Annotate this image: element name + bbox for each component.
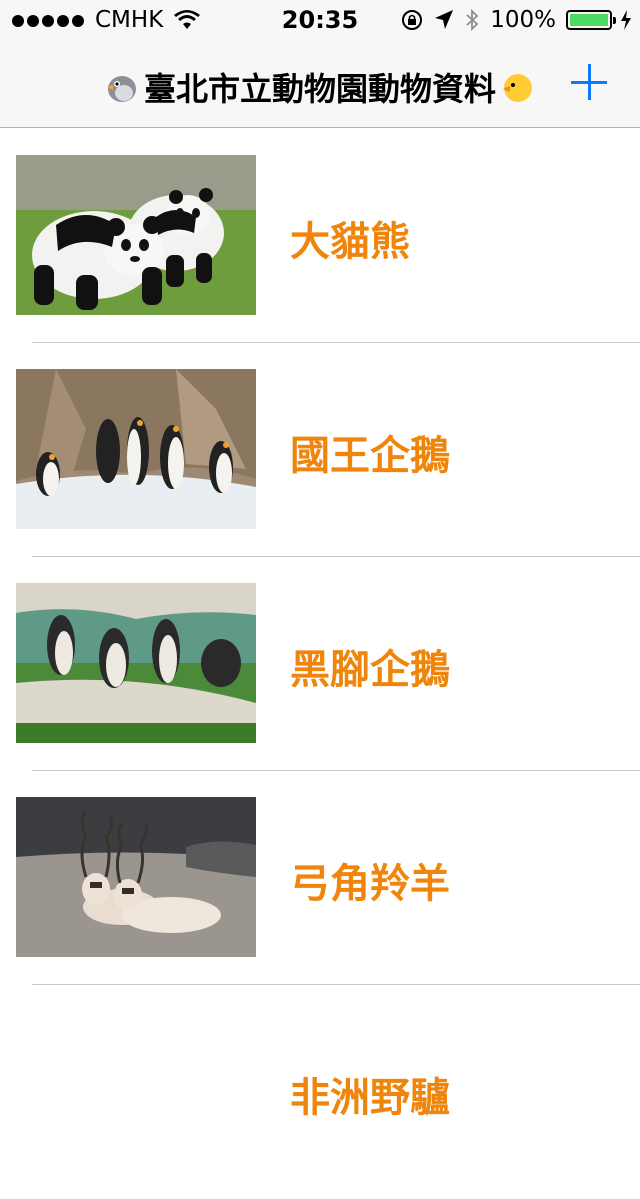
bird-emoji-icon [106, 76, 136, 102]
battery-percent: 100% [490, 7, 556, 33]
animal-name: 弓角羚羊 [290, 861, 450, 907]
status-right: 100% [390, 7, 632, 33]
chick-emoji-icon [503, 74, 532, 102]
king-penguins-photo [16, 369, 256, 529]
list-item[interactable]: 非洲野驢 [0, 985, 640, 1199]
animal-name: 非洲野驢 [290, 1075, 450, 1121]
location-arrow-icon [435, 10, 454, 29]
animal-name: 國王企鵝 [290, 433, 450, 479]
add-button[interactable] [570, 62, 610, 102]
animal-name: 黑腳企鵝 [290, 647, 450, 693]
pandas-photo [16, 155, 256, 315]
navigation-bar: 臺北市立動物園動物資料 [0, 40, 640, 128]
nav-title-wrap: 臺北市立動物園動物資料 [0, 64, 640, 110]
list-item[interactable]: 弓角羚羊 [0, 771, 640, 985]
addax-antelope-photo [16, 797, 256, 957]
battery-level [570, 14, 608, 26]
rotation-lock-icon [402, 10, 423, 30]
list-item[interactable]: 大貓熊 [0, 129, 640, 343]
bluetooth-icon [466, 8, 479, 32]
battery-icon [566, 10, 616, 30]
list-item[interactable]: 國王企鵝 [0, 343, 640, 557]
status-bar: CMHK 20:35 100% [0, 0, 640, 40]
african-penguins-photo [16, 583, 256, 743]
charging-bolt-icon [621, 10, 631, 30]
list-item[interactable]: 黑腳企鵝 [0, 557, 640, 771]
animal-name: 大貓熊 [290, 219, 410, 265]
page-title: 臺北市立動物園動物資料 [143, 70, 496, 108]
animal-list: 大貓熊 國王企鵝 黑腳企鵝 弓角羚羊 非洲野驢 [0, 129, 640, 1199]
